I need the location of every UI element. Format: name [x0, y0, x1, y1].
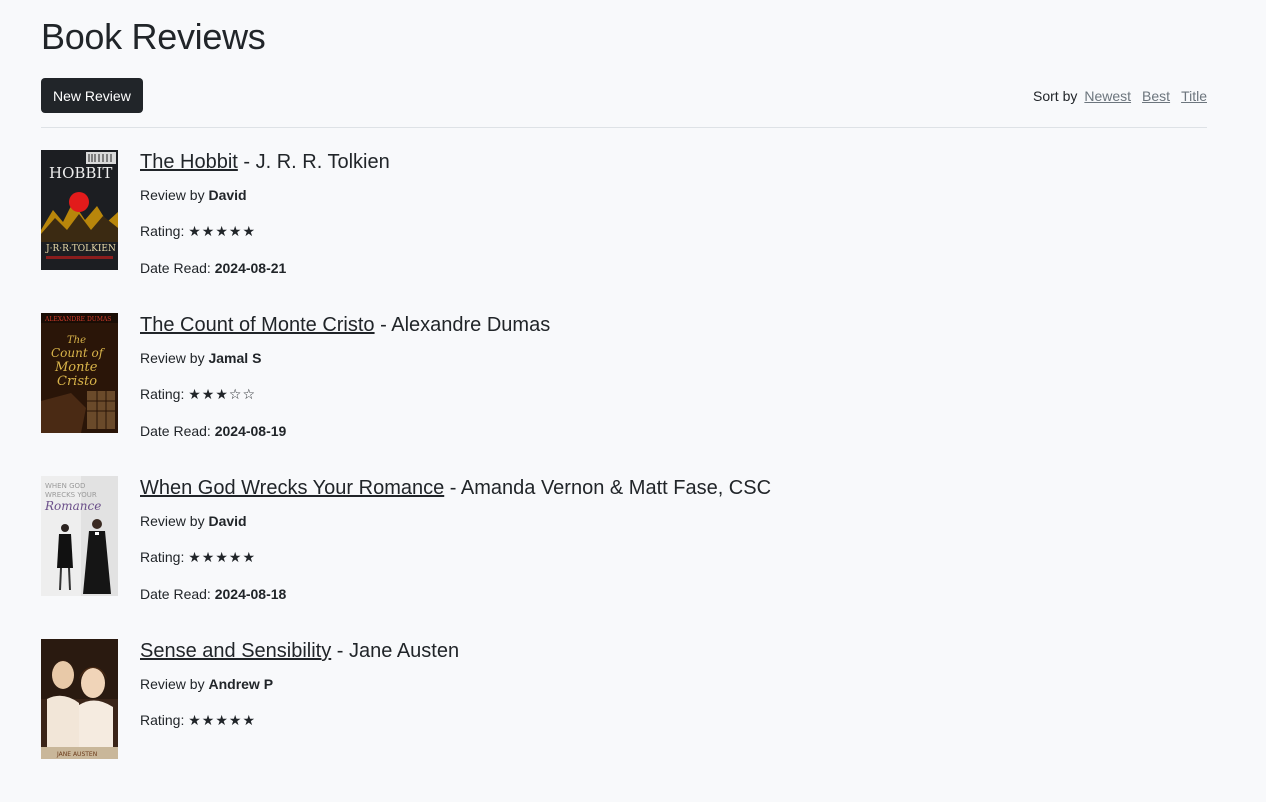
date-read-line: Date Read: 2024-08-21: [140, 259, 390, 277]
date-read-label: Date Read:: [140, 423, 211, 439]
review-heading: The Count of Monte Cristo - Alexandre Du…: [140, 313, 550, 337]
rating-line: Rating: ★★★☆☆: [140, 385, 550, 404]
reviewer-name: David: [208, 513, 247, 529]
star-rating: ★★★★★: [188, 550, 257, 566]
reviewer-line: Review by Andrew P: [140, 675, 459, 693]
review-item: WHEN GOD WRECKS YOUR Romance When God Wr…: [41, 476, 1207, 639]
svg-text:Monte: Monte: [54, 360, 98, 375]
new-review-button[interactable]: New Review: [41, 78, 143, 113]
rating-label: Rating:: [140, 223, 185, 239]
sort-controls: Sort by Newest Best Title: [1033, 88, 1207, 104]
review-heading: Sense and Sensibility - Jane Austen: [140, 639, 459, 663]
sense-sensibility-cover-image[interactable]: JANE AUSTEN: [41, 639, 118, 759]
svg-text:J·R·R·TOLKIEN: J·R·R·TOLKIEN: [45, 244, 116, 254]
svg-text:The: The: [67, 335, 86, 346]
book-author: Alexandre Dumas: [391, 314, 551, 336]
reviewer-line: Review by David: [140, 512, 771, 530]
svg-text:Cristo: Cristo: [57, 374, 97, 389]
rating-label: Rating:: [140, 712, 185, 728]
title-separator: -: [444, 477, 461, 499]
book-title-link[interactable]: The Count of Monte Cristo: [140, 314, 375, 336]
book-title-link[interactable]: Sense and Sensibility: [140, 640, 331, 662]
sort-best-link[interactable]: Best: [1142, 88, 1170, 104]
review-by-label: Review by: [140, 513, 205, 529]
title-separator: -: [331, 640, 350, 662]
toolbar: New Review Sort by Newest Best Title: [41, 78, 1207, 128]
date-read-value: 2024-08-19: [214, 423, 287, 439]
review-list: HOBBIT J·R·R·TOLKIEN The Hobbit - J. R. …: [41, 150, 1207, 802]
star-rating: ★★★★★: [188, 713, 257, 729]
star-rating: ★★★☆☆: [188, 387, 257, 403]
rating-line: Rating: ★★★★★: [140, 548, 771, 567]
review-item: HOBBIT J·R·R·TOLKIEN The Hobbit - J. R. …: [41, 150, 1207, 313]
reviewer-name: Jamal S: [208, 350, 262, 366]
review-info: When God Wrecks Your Romance - Amanda Ve…: [140, 476, 771, 639]
title-separator: -: [237, 151, 256, 173]
svg-text:WRECKS YOUR: WRECKS YOUR: [45, 491, 97, 499]
review-heading: When God Wrecks Your Romance - Amanda Ve…: [140, 476, 771, 500]
review-by-label: Review by: [140, 187, 205, 203]
star-rating: ★★★★★: [188, 224, 257, 240]
rating-line: Rating: ★★★★★: [140, 222, 390, 241]
book-title-link[interactable]: The Hobbit: [140, 151, 238, 173]
book-author: J. R. R. Tolkien: [255, 151, 390, 173]
svg-text:ALEXANDRE DUMAS: ALEXANDRE DUMAS: [44, 316, 111, 323]
reviewer-line: Review by Jamal S: [140, 349, 550, 367]
review-item: ALEXANDRE DUMAS The Count of Monte Crist…: [41, 313, 1207, 476]
monte-cristo-cover-image[interactable]: ALEXANDRE DUMAS The Count of Monte Crist…: [41, 313, 118, 433]
svg-text:WHEN GOD: WHEN GOD: [45, 482, 85, 490]
title-separator: -: [374, 314, 392, 336]
romance-cover-image[interactable]: WHEN GOD WRECKS YOUR Romance: [41, 476, 118, 596]
sort-label: Sort by: [1033, 87, 1078, 104]
sort-title-link[interactable]: Title: [1181, 88, 1207, 104]
review-by-label: Review by: [140, 350, 205, 366]
rating-label: Rating:: [140, 549, 185, 565]
review-by-label: Review by: [140, 676, 205, 692]
book-author: Jane Austen: [349, 640, 460, 662]
reviewer-name: David: [208, 187, 247, 203]
date-read-value: 2024-08-21: [214, 260, 287, 276]
sort-newest-link[interactable]: Newest: [1084, 88, 1131, 104]
date-read-line: Date Read: 2024-08-19: [140, 422, 550, 440]
reviewer-name: Andrew P: [208, 676, 274, 692]
date-read-value: 2024-08-18: [214, 586, 287, 602]
book-title-link[interactable]: When God Wrecks Your Romance: [140, 477, 444, 499]
page-title: Book Reviews: [41, 16, 266, 57]
rating-label: Rating:: [140, 386, 185, 402]
date-read-label: Date Read:: [140, 260, 211, 276]
date-read-label: Date Read:: [140, 586, 211, 602]
book-author: Amanda Vernon & Matt Fase, CSC: [460, 477, 772, 499]
rating-line: Rating: ★★★★★: [140, 711, 459, 730]
svg-text:Count of: Count of: [51, 346, 106, 360]
svg-text:Romance: Romance: [44, 499, 101, 513]
page: Book Reviews New Review Sort by Newest B…: [0, 0, 1266, 802]
svg-text:JANE AUSTEN: JANE AUSTEN: [56, 751, 97, 758]
date-read-line: Date Read: 2024-08-18: [140, 585, 771, 603]
review-info: The Hobbit - J. R. R. Tolkien Review by …: [140, 150, 390, 313]
review-info: The Count of Monte Cristo - Alexandre Du…: [140, 313, 550, 476]
review-heading: The Hobbit - J. R. R. Tolkien: [140, 150, 390, 174]
review-info: Sense and Sensibility - Jane Austen Revi…: [140, 639, 459, 802]
svg-text:HOBBIT: HOBBIT: [49, 164, 112, 182]
review-item: JANE AUSTEN Sense and Sensibility - Jane…: [41, 639, 1207, 802]
hobbit-cover-image[interactable]: HOBBIT J·R·R·TOLKIEN: [41, 150, 118, 270]
reviewer-line: Review by David: [140, 186, 390, 204]
